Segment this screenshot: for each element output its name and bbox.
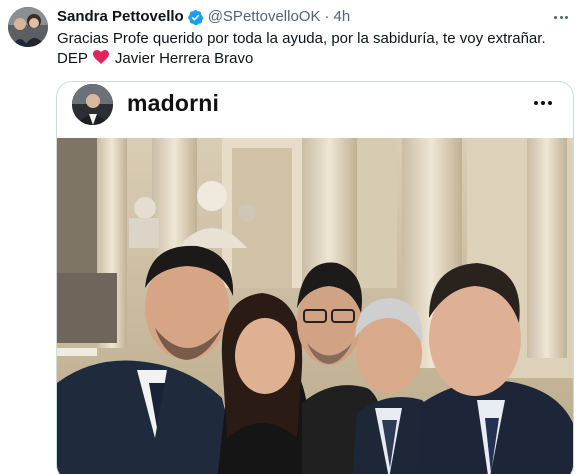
tweet-more-button[interactable]: [550, 6, 572, 28]
author-display-name[interactable]: Sandra Pettovello: [57, 7, 184, 27]
red-heart-icon: [92, 50, 109, 64]
author-avatar-image: [8, 7, 48, 47]
tweet[interactable]: Sandra Pettovello @SPettovelloOK · 4h Gr…: [0, 0, 582, 474]
more-horizontal-icon: [554, 15, 558, 19]
photo-illustration: [57, 138, 573, 474]
tweet-text-line-1: Gracias Profe querido por toda la ayuda,…: [57, 30, 546, 47]
group-selfie-photo: [57, 138, 573, 474]
verified-badge-icon[interactable]: [187, 9, 204, 26]
embedded-post-avatar: [72, 84, 113, 125]
author-handle[interactable]: @SPettovelloOK: [208, 7, 321, 27]
header-separator: ·: [324, 8, 330, 25]
author-avatar[interactable]: [8, 7, 48, 47]
tweet-header: Sandra Pettovello @SPettovelloOK · 4h: [57, 7, 350, 27]
tweet-text-suffix: Javier Herrera Bravo: [114, 50, 254, 67]
embedded-post-more-icon: [531, 92, 555, 114]
embedded-avatar-image: [72, 84, 113, 125]
embedded-post-header: madorni: [57, 82, 573, 138]
tweet-text-line-2: DEP Javier Herrera Bravo: [57, 49, 572, 69]
embedded-post-username: madorni: [127, 90, 220, 116]
tweet-text: Gracias Profe querido por toda la ayuda,…: [57, 29, 572, 69]
tweet-text-prefix: DEP: [57, 50, 88, 67]
tweet-media[interactable]: madorni: [56, 81, 574, 474]
tweet-timestamp[interactable]: 4h: [333, 7, 350, 27]
